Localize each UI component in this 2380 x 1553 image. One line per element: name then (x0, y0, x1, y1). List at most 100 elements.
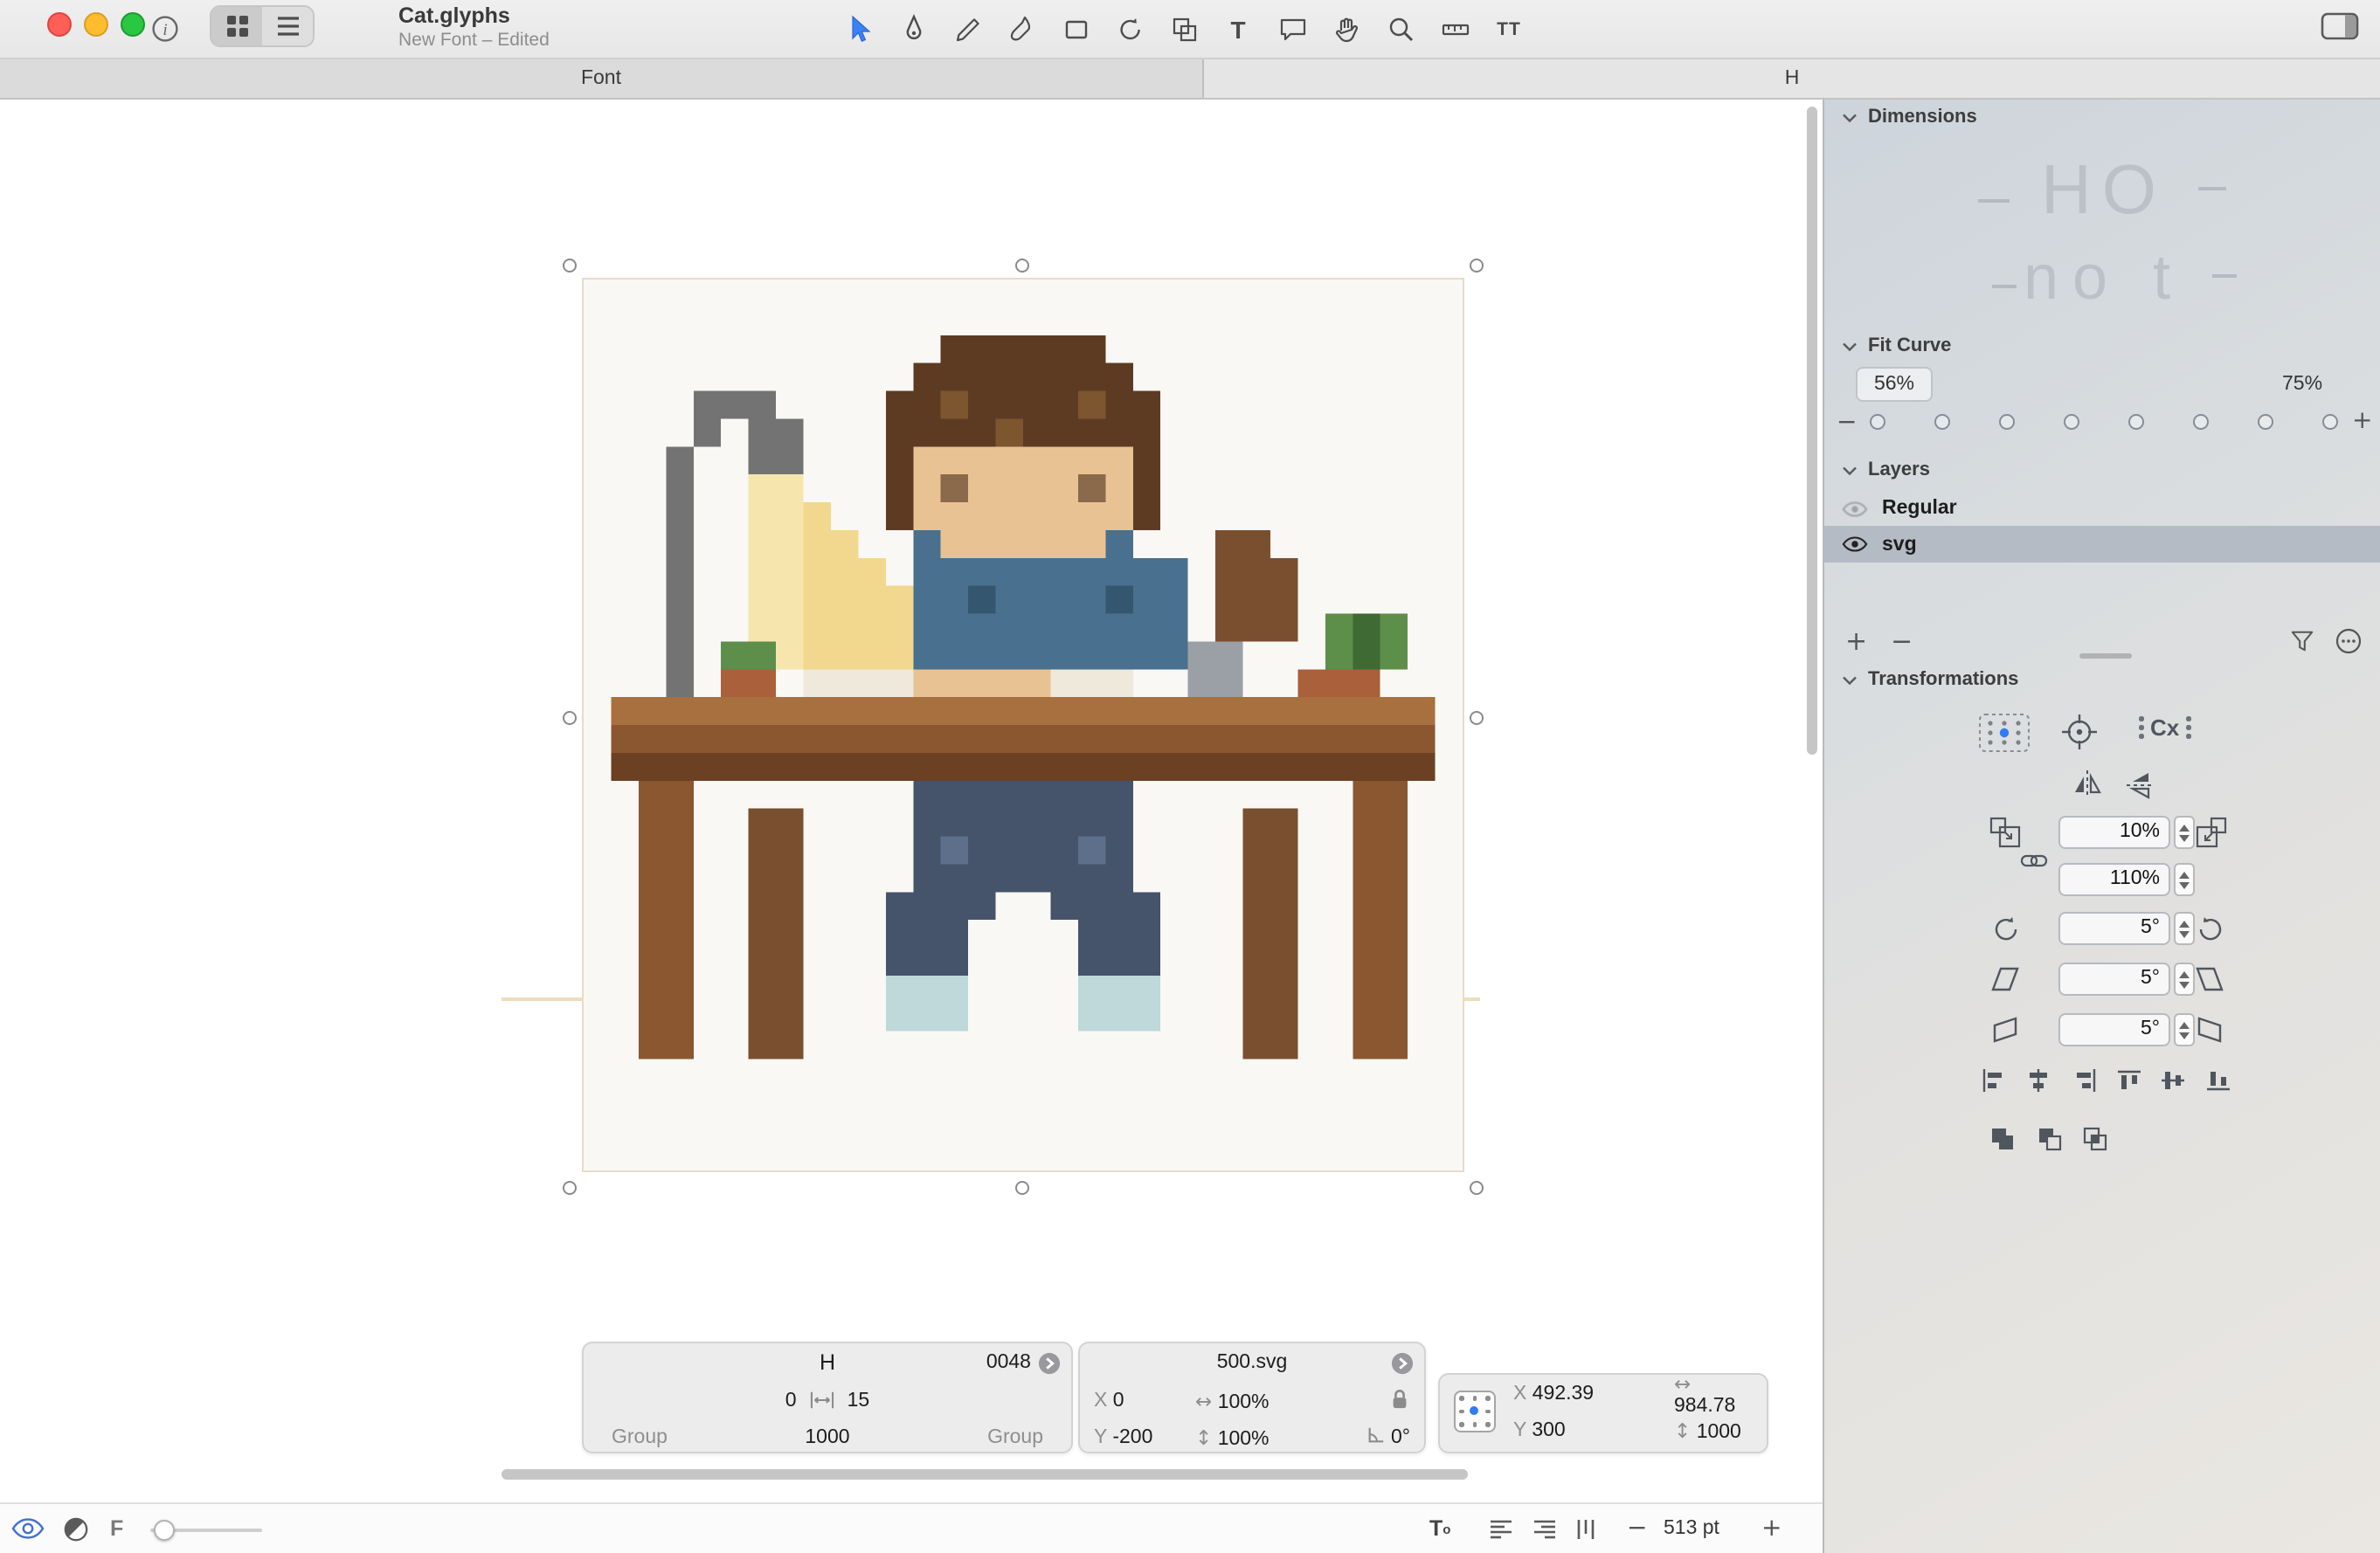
sidebar-toggle-button[interactable] (2321, 10, 2359, 42)
annotation-tool-button[interactable] (1272, 9, 1312, 51)
fit-curve-step-3[interactable] (1999, 414, 2015, 430)
link-scale-icon[interactable] (2020, 852, 2048, 870)
layer-row-regular[interactable]: Regular (1824, 493, 2380, 524)
transform-anchor-grid[interactable] (1454, 1391, 1496, 1432)
remove-layer-button[interactable]: − (1891, 629, 1913, 655)
kern-group-right[interactable]: Group (899, 1426, 1043, 1447)
skew-vertical-right-icon[interactable] (2195, 1015, 2224, 1045)
selection-y-value[interactable]: 300 (1532, 1419, 1565, 1440)
pencil-tool-button[interactable] (947, 9, 987, 51)
fit-curve-step-1[interactable] (1870, 414, 1885, 430)
vertical-scrollbar[interactable] (1807, 107, 1817, 755)
horizontal-scrollbar[interactable] (502, 1469, 1468, 1480)
slant-v-field[interactable]: 5° (2058, 1013, 2170, 1046)
eye-icon[interactable] (1842, 535, 1868, 554)
contrast-icon[interactable] (63, 1504, 89, 1553)
fit-curve-step-8[interactable] (2322, 414, 2338, 430)
scale-apply-icon[interactable] (2195, 816, 2228, 849)
selection-handle-bottom-center[interactable] (1015, 1181, 1029, 1195)
union-paths-icon[interactable] (1990, 1127, 2015, 1151)
text-tool-button[interactable]: T (1218, 9, 1258, 51)
slant-h-stepper[interactable] (2174, 963, 2195, 996)
glyph-lsb-value[interactable]: 0 (785, 1390, 797, 1411)
align-text-left-icon[interactable] (1489, 1504, 1515, 1553)
zoom-level-value[interactable]: 513 pt (1664, 1504, 1719, 1553)
scale-icon[interactable] (1989, 816, 2022, 849)
fit-curve-increase-button[interactable]: + (2352, 409, 2372, 433)
transform-tool-button[interactable] (1164, 9, 1204, 51)
zoom-tool-button[interactable] (1380, 9, 1421, 51)
image-lock-icon[interactable] (1346, 1386, 1410, 1414)
selection-x-value[interactable]: 492.39 (1532, 1383, 1594, 1404)
fit-curve-min-value[interactable]: 56% (1856, 367, 1933, 402)
scale-y-stepper[interactable] (2174, 863, 2195, 896)
panel-resize-handle[interactable] (2079, 653, 2132, 659)
fit-curve-step-5[interactable] (2128, 414, 2144, 430)
selection-handle-bottom-right[interactable] (1470, 1181, 1484, 1195)
fit-curve-step-6[interactable] (2193, 414, 2209, 430)
rotate-cw-icon[interactable] (2195, 914, 2226, 945)
transform-context-option[interactable]: Cx (2139, 714, 2190, 741)
glyph-rsb-value[interactable]: 15 (848, 1390, 870, 1411)
align-center-horizontal-icon[interactable] (2027, 1069, 2050, 1092)
align-bottom-icon[interactable] (2207, 1069, 2230, 1092)
subtract-paths-icon[interactable] (2038, 1127, 2062, 1151)
type-tool-button[interactable]: TT (1489, 9, 1529, 51)
image-x-value[interactable]: 0 (1113, 1390, 1124, 1411)
grid-view-button[interactable] (211, 7, 262, 45)
image-scale-y[interactable]: 100% (1218, 1428, 1270, 1449)
minimize-window-button[interactable] (84, 12, 108, 37)
panel-header-layers[interactable]: Layers (1842, 459, 1930, 480)
rotate-ccw-icon[interactable] (1990, 914, 2022, 945)
scale-x-stepper[interactable] (2174, 816, 2195, 849)
selection-handle-top-center[interactable] (1015, 259, 1029, 273)
preview-slider-knob[interactable] (154, 1519, 175, 1540)
layer-options-icon[interactable] (2335, 627, 2363, 655)
image-rotation[interactable]: 0° (1391, 1427, 1410, 1448)
panel-header-fit-curve[interactable]: Fit Curve (1842, 335, 1951, 356)
transform-origin-grid[interactable] (1978, 713, 2031, 753)
skew-vertical-icon[interactable] (1990, 1015, 2020, 1045)
kern-group-left[interactable]: Group (612, 1426, 756, 1447)
image-scale-x[interactable]: 100% (1218, 1391, 1270, 1412)
layer-row-svg[interactable]: svg (1824, 526, 2380, 563)
f-toggle[interactable]: F (110, 1504, 123, 1553)
zoom-window-button[interactable] (121, 12, 145, 37)
list-view-button[interactable] (262, 7, 313, 45)
draw-pen-tool-button[interactable] (893, 9, 933, 51)
selection-handle-top-right[interactable] (1470, 259, 1484, 273)
align-right-icon[interactable] (2074, 1069, 2097, 1092)
rotate-field[interactable]: 5° (2058, 912, 2170, 945)
image-y-value[interactable]: -200 (1112, 1426, 1152, 1447)
add-layer-button[interactable]: + (1845, 629, 1867, 655)
glyph-width-value[interactable]: 1000 (756, 1426, 900, 1447)
info-icon[interactable]: i (150, 14, 180, 44)
align-top-icon[interactable] (2118, 1069, 2141, 1092)
eye-icon-dimmed[interactable] (1842, 499, 1868, 518)
scale-x-field[interactable]: 10% (2058, 816, 2170, 849)
flip-vertical-icon[interactable] (2125, 770, 2156, 800)
transform-reference-point-icon[interactable] (2058, 711, 2100, 753)
measure-tool-button[interactable] (1435, 9, 1475, 51)
selection-height-value[interactable]: 1000 (1697, 1421, 1741, 1442)
selection-handle-bottom-left[interactable] (563, 1181, 577, 1195)
edit-canvas[interactable]: H 0048 0 15 Group 1000 Gr (0, 100, 1823, 1502)
image-detail-arrow-button[interactable] (1391, 1351, 1414, 1374)
shapes-tool-button[interactable] (1055, 9, 1096, 51)
align-left-icon[interactable] (1982, 1069, 2004, 1092)
preview-eye-icon[interactable] (10, 1504, 45, 1553)
zoom-out-button[interactable]: − (1627, 1504, 1647, 1553)
glyph-detail-arrow-button[interactable] (1038, 1351, 1061, 1374)
intersect-paths-icon[interactable] (2083, 1127, 2107, 1151)
slant-h-field[interactable]: 5° (2058, 963, 2170, 996)
zoom-in-button[interactable]: + (1761, 1504, 1782, 1553)
selection-handle-middle-right[interactable] (1470, 711, 1484, 725)
fit-curve-step-4[interactable] (2064, 414, 2079, 430)
hand-tool-button[interactable] (1326, 9, 1366, 51)
selection-handle-middle-left[interactable] (563, 711, 577, 725)
selection-handle-top-left[interactable] (563, 259, 577, 273)
fit-curve-max-value[interactable]: 75% (2282, 374, 2322, 395)
scale-y-field[interactable]: 110% (2058, 863, 2170, 896)
filter-layers-icon[interactable] (2289, 629, 2315, 653)
align-middle-vertical-icon[interactable] (2162, 1069, 2184, 1092)
